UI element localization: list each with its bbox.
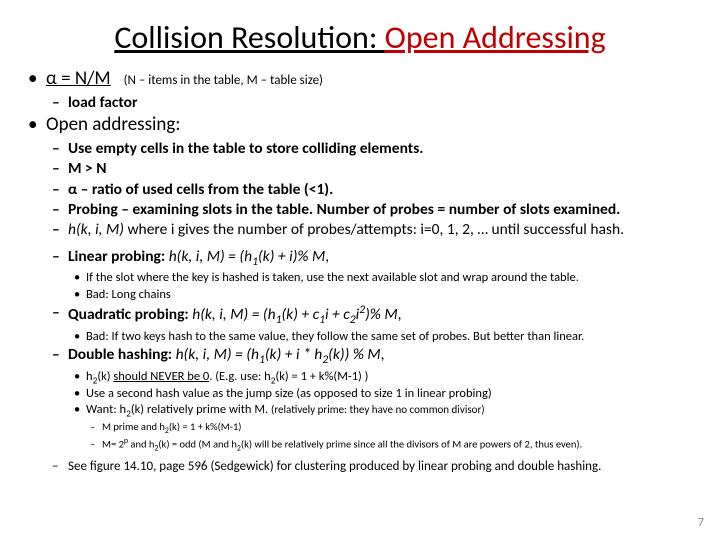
page-number: 7 xyxy=(698,516,704,530)
oa-sub-3: α – ratio of used cells from the table (… xyxy=(28,180,692,199)
bullet-loadfactor: load factor xyxy=(28,93,692,112)
oa-sub-2: M > N xyxy=(28,159,692,178)
figure-ref: See figure 14.10, page 596 (Sedgewick) f… xyxy=(28,459,692,475)
double-note-2: M= 2p and h2(k) = odd (M and h2(k) will … xyxy=(28,437,692,455)
double-hashing: Double hashing: h(k, i, M) = (h1(k) + i … xyxy=(28,345,692,368)
oa-sub-1: Use empty cells in the table to store co… xyxy=(28,139,692,158)
bullet-open-addressing: Open addressing: xyxy=(28,113,692,137)
double-sub-3: Want: h2(k) relatively prime with M. (re… xyxy=(28,402,692,420)
oa-sub-5: h(k, i, M) where i gives the number of p… xyxy=(28,220,692,239)
oa-sub-4: Probing – examining slots in the table. … xyxy=(28,200,692,219)
slide-title: Collision Resolution: Open Addressing xyxy=(28,18,692,57)
linear-probing: Linear probing: h(k, i, M) = (h1(k) + i)… xyxy=(28,247,692,270)
double-note-1: M prime and h2(k) = 1 + k%(M-1) xyxy=(28,420,692,437)
bullet-alpha: α = N/M (N – items in the table, M – tab… xyxy=(28,67,692,91)
quadratic-sub-1: Bad: If two keys hash to the same value,… xyxy=(28,329,692,345)
linear-sub-2: Bad: Long chains xyxy=(28,287,692,303)
double-sub-2: Use a second hash value as the jump size… xyxy=(28,386,692,402)
linear-sub-1: If the slot where the key is hashed is t… xyxy=(28,270,692,286)
quadratic-probing: Quadratic probing: h(k, i, M) = (h1(k) +… xyxy=(28,303,692,328)
double-sub-1: h2(k) should NEVER be 0. (E.g. use: h2(k… xyxy=(28,369,692,387)
